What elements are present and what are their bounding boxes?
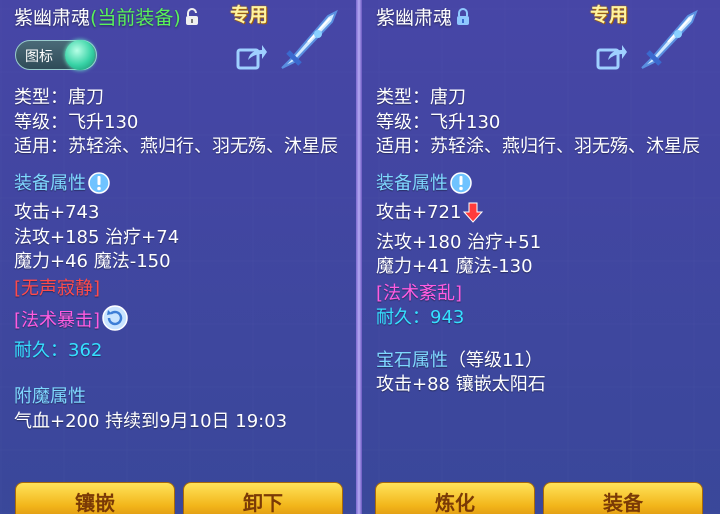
item-details: 类型：唐刀 等级：飞升130 适用：苏轻涂、燕归行、羽无殇、沐星辰 装备属性 攻…	[376, 86, 706, 398]
inlay-button[interactable]: 镶嵌	[15, 482, 175, 514]
equip-button[interactable]: 装备	[543, 482, 703, 514]
durability: 耐久：362	[14, 339, 103, 361]
item-applicable: 适用：苏轻涂、燕归行、羽无殇、沐星辰	[14, 136, 338, 157]
exclusive-label: 专用	[590, 4, 629, 26]
durability: 耐久：943	[376, 307, 465, 328]
stat-magic: 魔力+41 魔法-130	[376, 256, 533, 277]
stat-magic-attack-heal: 法攻+185 治疗+74	[14, 226, 180, 248]
item-type: 类型：唐刀	[14, 87, 104, 108]
icon-toggle[interactable]: 图标	[15, 40, 97, 70]
skill-spell-chaos: [法术紊乱]	[376, 282, 463, 304]
attr-header: 装备属性	[376, 171, 706, 202]
exclusive-label: 专用	[230, 4, 269, 26]
stat-attack: 攻击+721	[376, 201, 706, 231]
refine-button[interactable]: 炼化	[375, 482, 535, 514]
item-title: 紫幽肃魂	[376, 3, 471, 32]
sword-icon	[278, 8, 342, 72]
gem-header: 宝石属性（等级11）	[376, 349, 543, 371]
stat-attack: 攻击+743	[14, 202, 100, 223]
attr-header: 装备属性	[14, 171, 344, 202]
item-applicable: 适用：苏轻涂、燕归行、羽无殇、沐星辰	[376, 136, 700, 157]
current-equip-tag: (当前装备)	[90, 7, 181, 29]
equipped-item-panel: 紫幽肃魂(当前装备) 专用 图标 类型：唐刀 等级：飞升130 适用：苏轻涂、燕…	[0, 0, 356, 514]
unequip-button[interactable]: 卸下	[183, 482, 343, 514]
enchant-header: 附魔属性	[14, 386, 86, 407]
item-type: 类型：唐刀	[376, 87, 466, 108]
refresh-icon[interactable]	[102, 305, 128, 339]
stat-magic-attack-heal: 法攻+180 治疗+51	[376, 231, 542, 253]
stat-magic: 魔力+46 魔法-150	[14, 251, 171, 272]
lock-open-icon[interactable]	[184, 7, 200, 32]
skill-spell-crit: [法术暴击]	[14, 305, 344, 339]
item-details: 类型：唐刀 等级：飞升130 适用：苏轻涂、燕归行、羽无殇、沐星辰 装备属性 攻…	[14, 86, 344, 434]
item-title: 紫幽肃魂(当前装备)	[14, 3, 200, 32]
info-icon[interactable]	[450, 171, 472, 202]
info-icon[interactable]	[88, 171, 110, 202]
sword-icon	[638, 8, 702, 72]
toggle-knob	[65, 40, 95, 70]
share-icon[interactable]	[236, 42, 268, 70]
skill-silence: [无声寂静]	[14, 277, 101, 299]
compare-item-panel: 紫幽肃魂 专用 类型：唐刀 等级：飞升130 适用：苏轻涂、燕归行、羽无殇、沐星…	[362, 0, 720, 514]
icon-toggle-label: 图标	[25, 49, 53, 65]
down-arrow-icon	[463, 201, 484, 231]
enchant-line: 气血+200 持续到9月10日 19:03	[14, 410, 288, 432]
item-level: 等级：飞升130	[376, 111, 501, 133]
gem-line: 攻击+88 镶嵌太阳石	[376, 374, 546, 395]
item-level: 等级：飞升130	[14, 111, 139, 133]
share-icon[interactable]	[596, 42, 628, 70]
lock-closed-icon[interactable]	[455, 7, 471, 32]
